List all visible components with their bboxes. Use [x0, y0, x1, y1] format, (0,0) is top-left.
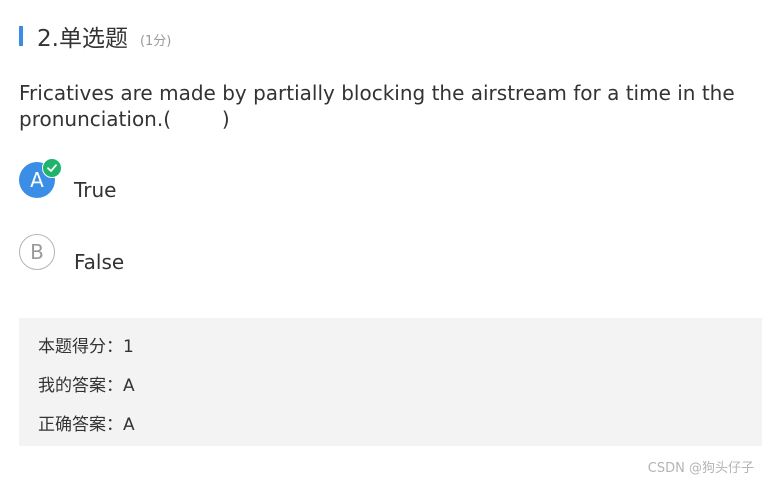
- score-result: 本题得分：1: [38, 337, 134, 357]
- watermark: CSDN @狗头仔子: [647, 461, 754, 476]
- option-b-letter: B: [30, 240, 44, 264]
- correct-answer: 正确答案：A: [38, 415, 135, 435]
- question-header: 2.单选题 (1分): [19, 22, 172, 52]
- option-a[interactable]: A True: [19, 158, 419, 202]
- question-score: (1分): [139, 33, 172, 49]
- question-text: Fricatives are made by partially blockin…: [19, 81, 742, 131]
- option-b[interactable]: B False: [19, 234, 419, 274]
- accent-bar: [19, 26, 23, 46]
- option-b-label: False: [74, 250, 125, 274]
- result-panel: 本题得分：1 我的答案：A 正确答案：A: [19, 318, 762, 446]
- my-answer: 我的答案：A: [38, 376, 135, 396]
- check-icon: [42, 158, 62, 178]
- option-a-label: True: [74, 178, 117, 202]
- option-b-circle[interactable]: B: [19, 234, 55, 270]
- question-page: 2.单选题 (1分) Fricatives are made by partia…: [0, 0, 762, 480]
- question-number-title: 2.单选题: [37, 26, 128, 52]
